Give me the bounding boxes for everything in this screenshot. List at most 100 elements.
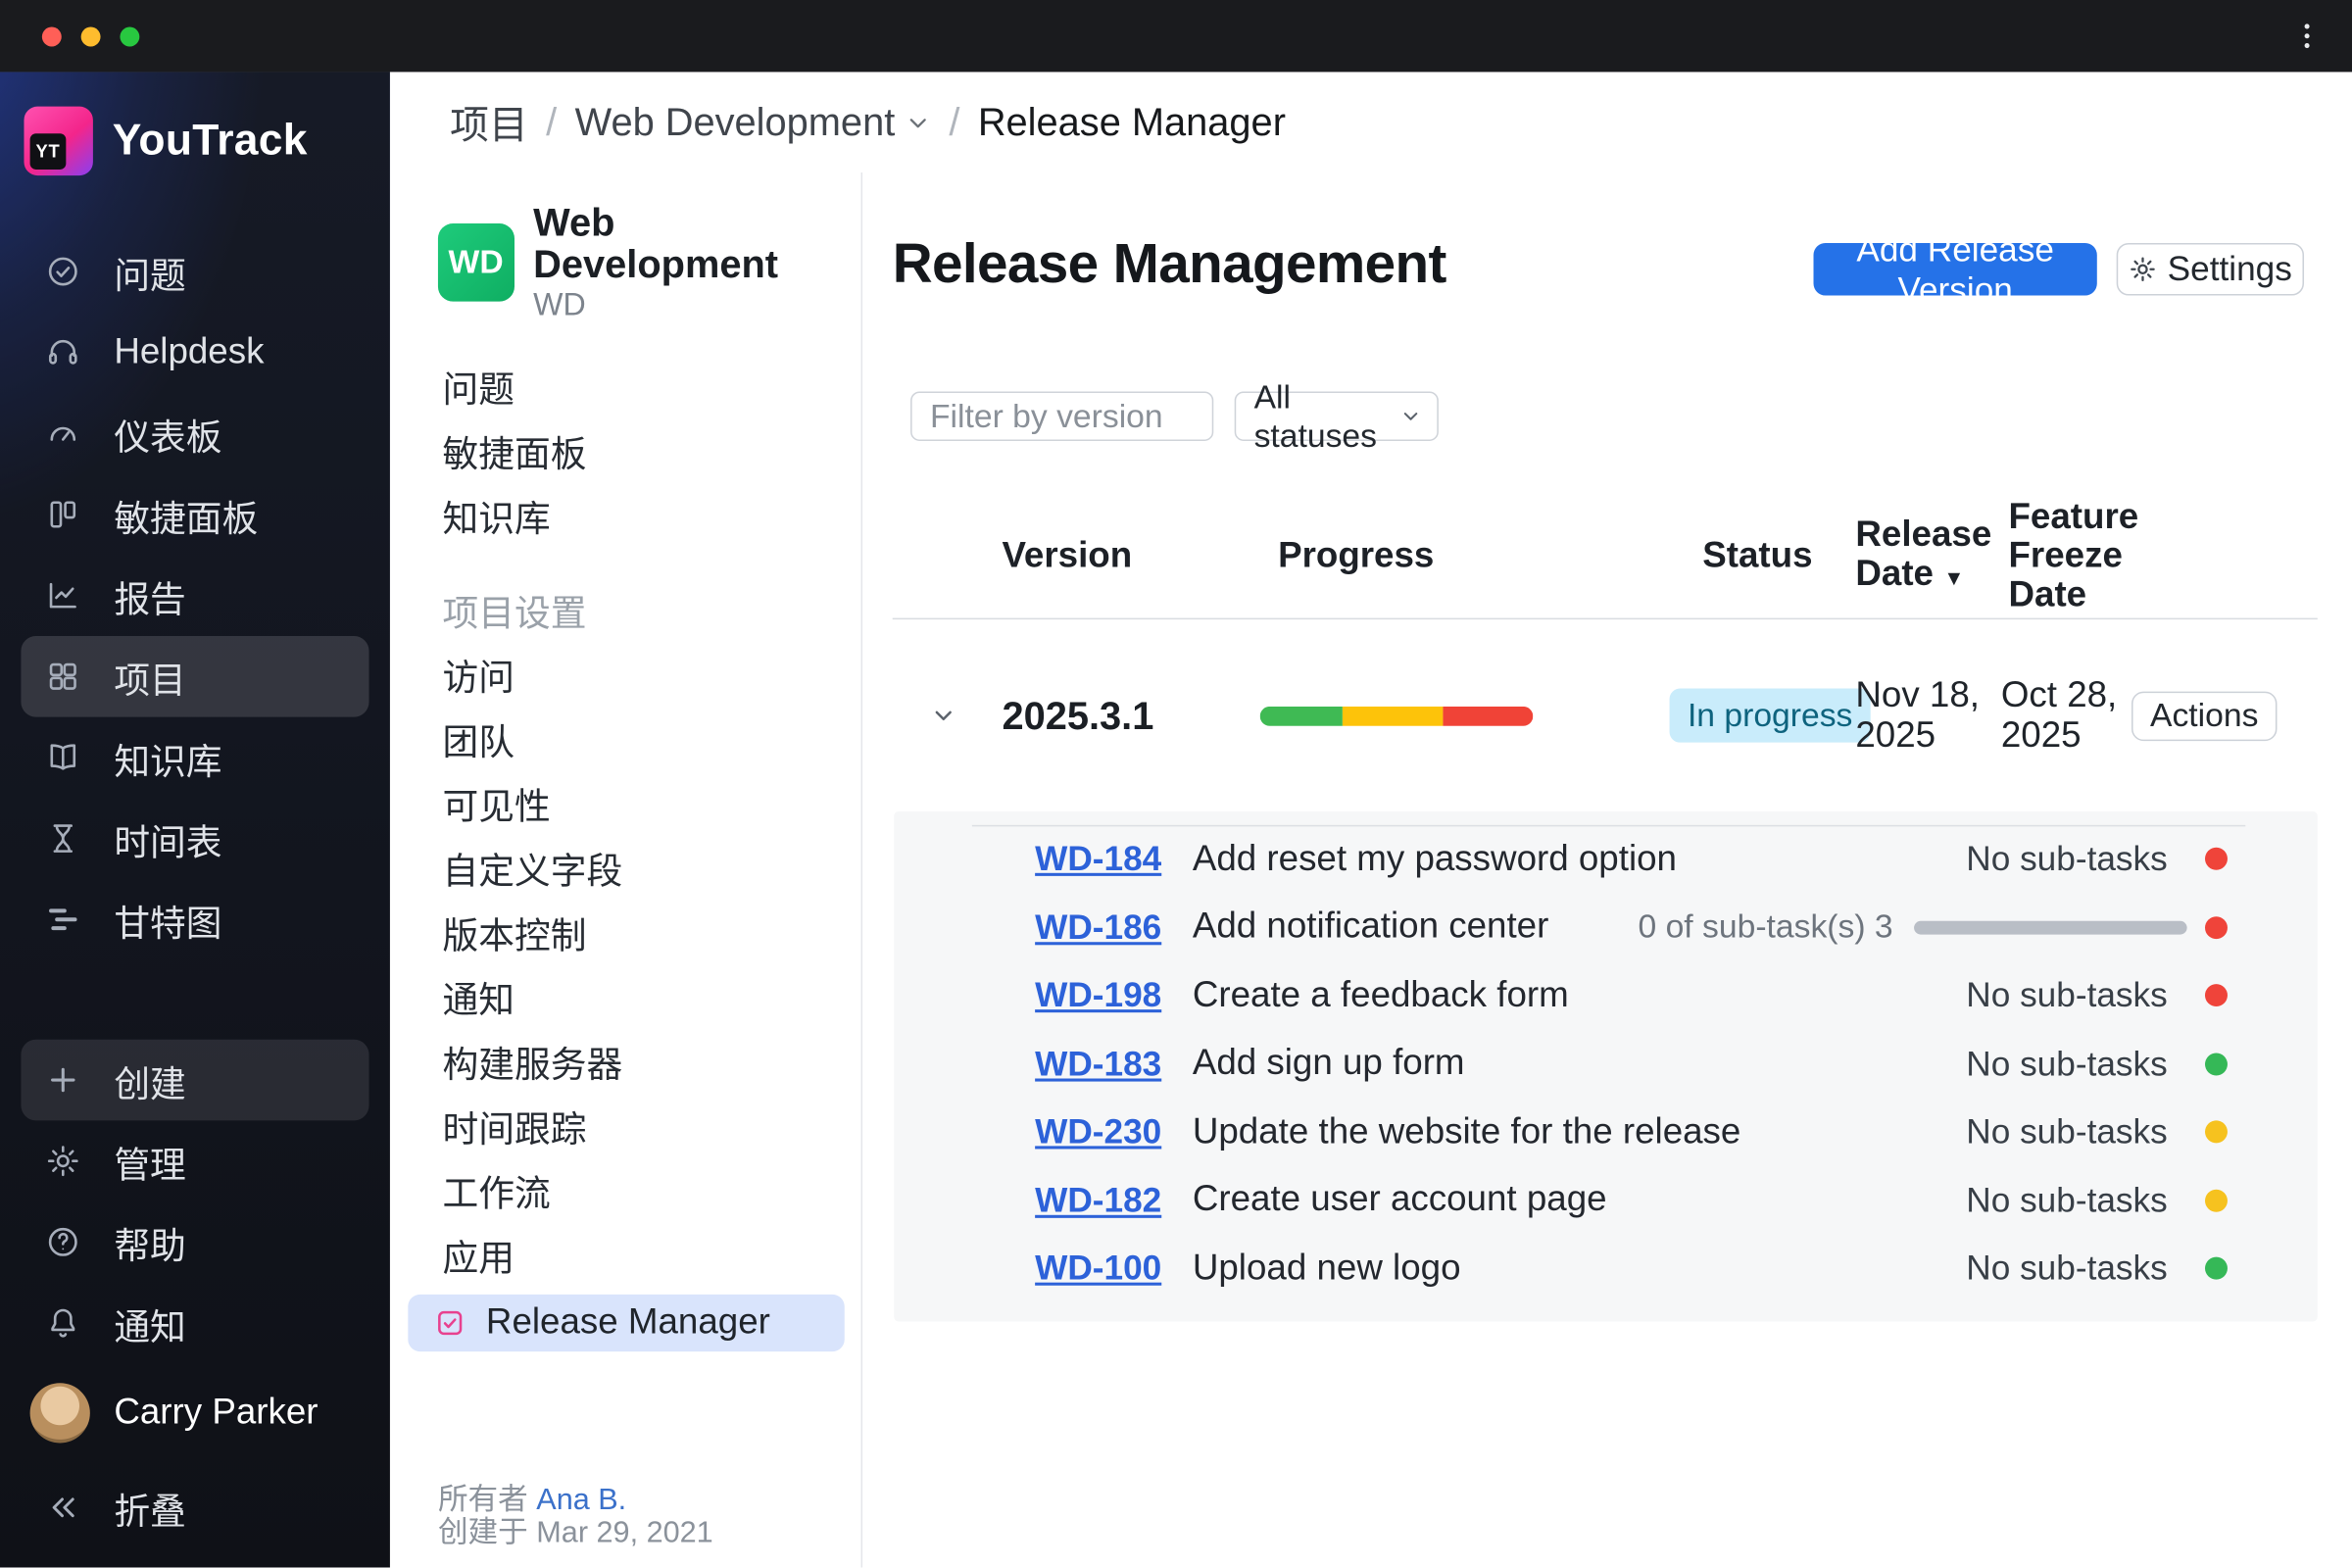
settings-nav-custom-fields[interactable]: 自定义字段 <box>390 836 861 901</box>
sidebar-item-label: 知识库 <box>114 741 222 783</box>
filter-by-version-input[interactable] <box>910 391 1214 441</box>
owner-link[interactable]: Ana B. <box>536 1484 626 1517</box>
minimize-button[interactable] <box>80 25 101 46</box>
project-panel: WD Web Development WD 问题 敏捷面板 知识库 项目设置 访… <box>389 172 863 1568</box>
settings-nav-workflows[interactable]: 工作流 <box>390 1158 861 1223</box>
settings-nav-visibility[interactable]: 可见性 <box>390 771 861 836</box>
breadcrumb-project[interactable]: Web Development <box>575 99 931 145</box>
main-content: Release Management Add Release Version S… <box>862 172 2352 1568</box>
close-button[interactable] <box>41 25 62 46</box>
chevron-down-icon <box>904 109 931 136</box>
status-dot <box>2204 1053 2228 1076</box>
column-header-release-date[interactable]: Release Date ▼ <box>1838 515 1995 598</box>
settings-button[interactable]: Settings <box>2116 242 2305 296</box>
issue-id-link: WD-186 <box>1035 907 1193 948</box>
grid-icon <box>45 659 81 695</box>
settings-nav-version-control[interactable]: 版本控制 <box>390 900 861 964</box>
sidebar-item-knowledge-base[interactable]: 知识库 <box>0 717 390 799</box>
collapse-icon <box>45 1490 81 1526</box>
project-nav-issues[interactable]: 问题 <box>390 354 861 418</box>
project-avatar: WD <box>437 223 514 302</box>
issue-title: Upload new logo <box>1192 1248 1461 1289</box>
expand-collapse-button[interactable] <box>893 702 972 729</box>
issue-link[interactable]: WD-186 <box>1035 907 1161 947</box>
window-titlebar <box>0 0 2352 73</box>
sidebar-item-label: 管理 <box>114 1145 186 1186</box>
sidebar-collapse-button[interactable]: 折叠 <box>0 1467 390 1548</box>
subtasks-label: No sub-tasks <box>1966 838 2168 878</box>
issue-link[interactable]: WD-230 <box>1035 1112 1161 1152</box>
zoom-button[interactable] <box>120 25 140 46</box>
issue-link[interactable]: WD-184 <box>1035 839 1161 878</box>
issue-link[interactable]: WD-198 <box>1035 975 1161 1014</box>
project-nav-knowledge-base[interactable]: 知识库 <box>390 483 861 548</box>
sidebar-item-help[interactable]: 帮助 <box>0 1201 390 1283</box>
gear-icon <box>2129 255 2157 283</box>
release-progress-bar <box>1259 706 1534 726</box>
project-nav-agile-boards[interactable]: 敏捷面板 <box>390 418 861 483</box>
sidebar-item-projects[interactable]: 项目 <box>21 635 369 717</box>
task-row: WD-183 Add sign up form No sub-tasks <box>894 1030 2318 1099</box>
settings-nav-access[interactable]: 访问 <box>390 642 861 707</box>
add-release-version-button[interactable]: Add Release Version <box>1813 228 2097 309</box>
user-name: Carry Parker <box>114 1392 318 1433</box>
sidebar-item-notifications[interactable]: 通知 <box>0 1283 390 1364</box>
sidebar-item-administration[interactable]: 管理 <box>0 1120 390 1201</box>
sidebar-item-issues[interactable]: 问题 <box>0 231 390 313</box>
status-dot <box>2204 848 2228 871</box>
sidebar-item-label: 创建 <box>114 1063 186 1105</box>
checkbox-check-icon <box>435 1308 466 1339</box>
settings-nav-notifications[interactable]: 通知 <box>390 964 861 1029</box>
sidebar-item-reports[interactable]: 报告 <box>0 555 390 636</box>
task-row: WD-182 Create user account page No sub-t… <box>894 1166 2318 1235</box>
user-menu[interactable]: Carry Parker <box>0 1373 390 1454</box>
sidebar-item-label: 帮助 <box>114 1226 186 1267</box>
breadcrumb-projects[interactable]: 项目 <box>450 94 528 150</box>
issue-link[interactable]: WD-182 <box>1035 1180 1161 1219</box>
logo-monogram: YT <box>29 133 67 170</box>
subtasks-label: No sub-tasks <box>1966 1111 2168 1152</box>
sidebar-item-create[interactable]: 创建 <box>21 1039 369 1121</box>
sidebar-item-helpdesk[interactable]: Helpdesk <box>0 312 390 393</box>
subtask-progress-label: 0 of sub-task(s) 3 <box>1638 907 1893 946</box>
settings-nav-team[interactable]: 团队 <box>390 707 861 771</box>
issue-id-link: WD-230 <box>1035 1112 1193 1152</box>
sidebar-item-dashboards[interactable]: 仪表板 <box>0 393 390 474</box>
progress-segment-yellow <box>1342 706 1444 726</box>
settings-nav-release-manager[interactable]: Release Manager <box>408 1294 845 1352</box>
release-date-value: Nov 18, 2025 <box>1855 674 1980 757</box>
issue-link[interactable]: WD-100 <box>1035 1249 1161 1288</box>
issue-id-link: WD-198 <box>1035 975 1193 1015</box>
settings-nav-apps[interactable]: 应用 <box>390 1222 861 1287</box>
project-settings-header: 项目设置 <box>442 594 587 635</box>
sidebar-nav: 问题 Helpdesk 仪表板 敏捷面板 报告 项目 知识库 时间表 甘特图 创… <box>0 231 390 1548</box>
task-row: WD-186 Add notification center 0 of sub-… <box>894 893 2318 961</box>
chevron-down-icon <box>1399 405 1422 427</box>
actions-button[interactable]: Actions <box>2131 690 2278 741</box>
sidebar-item-gantt[interactable]: 甘特图 <box>0 879 390 960</box>
issue-link[interactable]: WD-183 <box>1035 1044 1161 1083</box>
bell-icon <box>45 1305 81 1342</box>
release-status-cell: In progress <box>1665 688 1871 743</box>
headset-icon <box>45 334 81 370</box>
sidebar-item-timesheets[interactable]: 时间表 <box>0 798 390 879</box>
app-logo[interactable]: YT YouTrack <box>24 105 389 176</box>
issue-id-link: WD-184 <box>1035 839 1193 879</box>
status-dot <box>2204 984 2228 1007</box>
project-title: Web Development <box>533 199 779 287</box>
sort-desc-icon: ▼ <box>1943 565 1965 590</box>
issue-title: Add notification center <box>1192 906 1549 948</box>
release-table: Version Progress Status Release Date ▼ F… <box>892 495 2318 1322</box>
sidebar-item-label: 问题 <box>114 255 186 297</box>
settings-nav-time-tracking[interactable]: 时间跟踪 <box>390 1094 861 1158</box>
status-dot <box>2204 915 2228 939</box>
subtable-divider <box>971 824 2246 827</box>
kebab-menu-icon[interactable] <box>2289 18 2326 54</box>
gear-icon <box>45 1143 81 1179</box>
sidebar-item-agile-boards[interactable]: 敏捷面板 <box>0 474 390 556</box>
settings-nav-build-servers[interactable]: 构建服务器 <box>390 1029 861 1094</box>
status-filter-dropdown[interactable]: All statuses <box>1234 377 1439 454</box>
release-version-number: 2025.3.1 <box>1002 692 1154 738</box>
project-meta: 所有者 Ana B. 创建于 Mar 29, 2021 <box>438 1484 713 1549</box>
column-header-feature-freeze: Feature Freeze Date <box>2008 496 2139 615</box>
